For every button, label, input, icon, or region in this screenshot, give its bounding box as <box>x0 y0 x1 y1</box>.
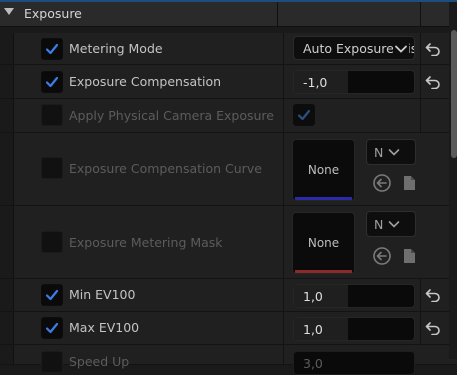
property-label: Exposure Compensation <box>69 74 222 89</box>
property-label: Exposure Metering Mask <box>69 235 223 250</box>
property-label: Max EV100 <box>69 320 140 335</box>
compensation-curve-override-checkbox[interactable] <box>41 157 63 179</box>
column-divider <box>420 2 421 27</box>
apply-physical-value-checkbox[interactable] <box>293 104 315 126</box>
column-divider[interactable] <box>277 2 278 27</box>
property-row-exposure-compensation: Exposure Compensation -1,0 <box>0 65 457 99</box>
metering-mode-dropdown[interactable]: Auto Exposure Histogram <box>293 36 415 60</box>
asset-picker-dropdown[interactable]: N <box>366 139 416 165</box>
speed-up-override-checkbox[interactable] <box>41 351 63 373</box>
browse-asset-icon[interactable] <box>403 247 417 265</box>
use-selected-asset-icon[interactable] <box>372 173 392 193</box>
asset-thumbnail[interactable]: None <box>292 139 355 201</box>
property-label: Metering Mode <box>69 41 163 56</box>
property-row-exposure-compensation-curve: Exposure Compensation Curve None N <box>0 133 457 206</box>
property-label: Exposure Compensation Curve <box>69 161 262 176</box>
numeric-value: 1,0 <box>303 289 323 304</box>
browse-asset-icon[interactable] <box>403 174 417 192</box>
min-ev100-checkbox[interactable] <box>41 284 63 306</box>
property-row-apply-physical-camera-exposure: Apply Physical Camera Exposure <box>0 99 457 133</box>
max-ev100-input[interactable]: 1,0 <box>293 317 415 341</box>
use-selected-asset-icon[interactable] <box>372 246 392 266</box>
asset-none-label: None <box>307 236 340 250</box>
asset-none-label: None <box>307 163 340 177</box>
property-row-exposure-metering-mask: Exposure Metering Mask None N <box>0 206 457 279</box>
reset-to-default-icon[interactable] <box>425 75 441 89</box>
checkmark-icon <box>45 289 59 301</box>
dropdown-value: N <box>374 217 384 232</box>
chevron-down-icon <box>388 221 400 228</box>
property-label: Speed Up <box>69 354 130 369</box>
checkmark-icon <box>297 109 311 121</box>
collapse-triangle-icon[interactable] <box>4 8 14 15</box>
metering-mask-override-checkbox[interactable] <box>41 231 63 253</box>
property-row-metering-mode: Metering Mode Auto Exposure Histogram <box>0 33 457 65</box>
asset-thumbnail[interactable]: None <box>292 212 355 274</box>
dropdown-value: N <box>374 145 384 160</box>
vertical-scrollbar[interactable] <box>449 2 457 359</box>
metering-mode-checkbox[interactable] <box>41 38 63 60</box>
exposure-compensation-input[interactable]: -1,0 <box>293 70 415 94</box>
numeric-value: 1,0 <box>303 322 323 337</box>
numeric-value: -1,0 <box>303 75 328 90</box>
scrollbar-thumb[interactable] <box>451 30 457 158</box>
asset-picker-dropdown[interactable]: N <box>366 211 416 237</box>
min-ev100-input[interactable]: 1,0 <box>293 284 415 308</box>
checkmark-icon <box>45 322 59 334</box>
section-title: Exposure <box>24 6 82 21</box>
exposure-section-header[interactable]: Exposure <box>0 2 457 27</box>
reset-to-default-icon[interactable] <box>425 42 441 56</box>
reset-to-default-icon[interactable] <box>425 321 441 335</box>
asset-type-color-bar <box>295 270 352 273</box>
property-row-max-ev100: Max EV100 1,0 <box>0 312 457 345</box>
reset-to-default-icon[interactable] <box>425 288 441 302</box>
property-row-min-ev100: Min EV100 1,0 <box>0 279 457 312</box>
details-panel: Exposure Metering Mode Auto Exposure His… <box>0 0 457 375</box>
exposure-compensation-checkbox[interactable] <box>41 71 63 93</box>
max-ev100-checkbox[interactable] <box>41 317 63 339</box>
speed-up-input[interactable]: 3,0 <box>293 351 415 375</box>
chevron-down-icon <box>393 41 409 57</box>
checkmark-icon <box>45 43 59 55</box>
property-label: Min EV100 <box>69 287 136 302</box>
asset-type-color-bar <box>295 197 352 200</box>
property-label: Apply Physical Camera Exposure <box>69 108 274 123</box>
property-row-speed-up: Speed Up 3,0 <box>0 345 457 375</box>
checkmark-icon <box>45 76 59 88</box>
numeric-value: 3,0 <box>303 356 323 371</box>
chevron-down-icon <box>388 149 400 156</box>
apply-physical-override-checkbox[interactable] <box>41 104 63 126</box>
